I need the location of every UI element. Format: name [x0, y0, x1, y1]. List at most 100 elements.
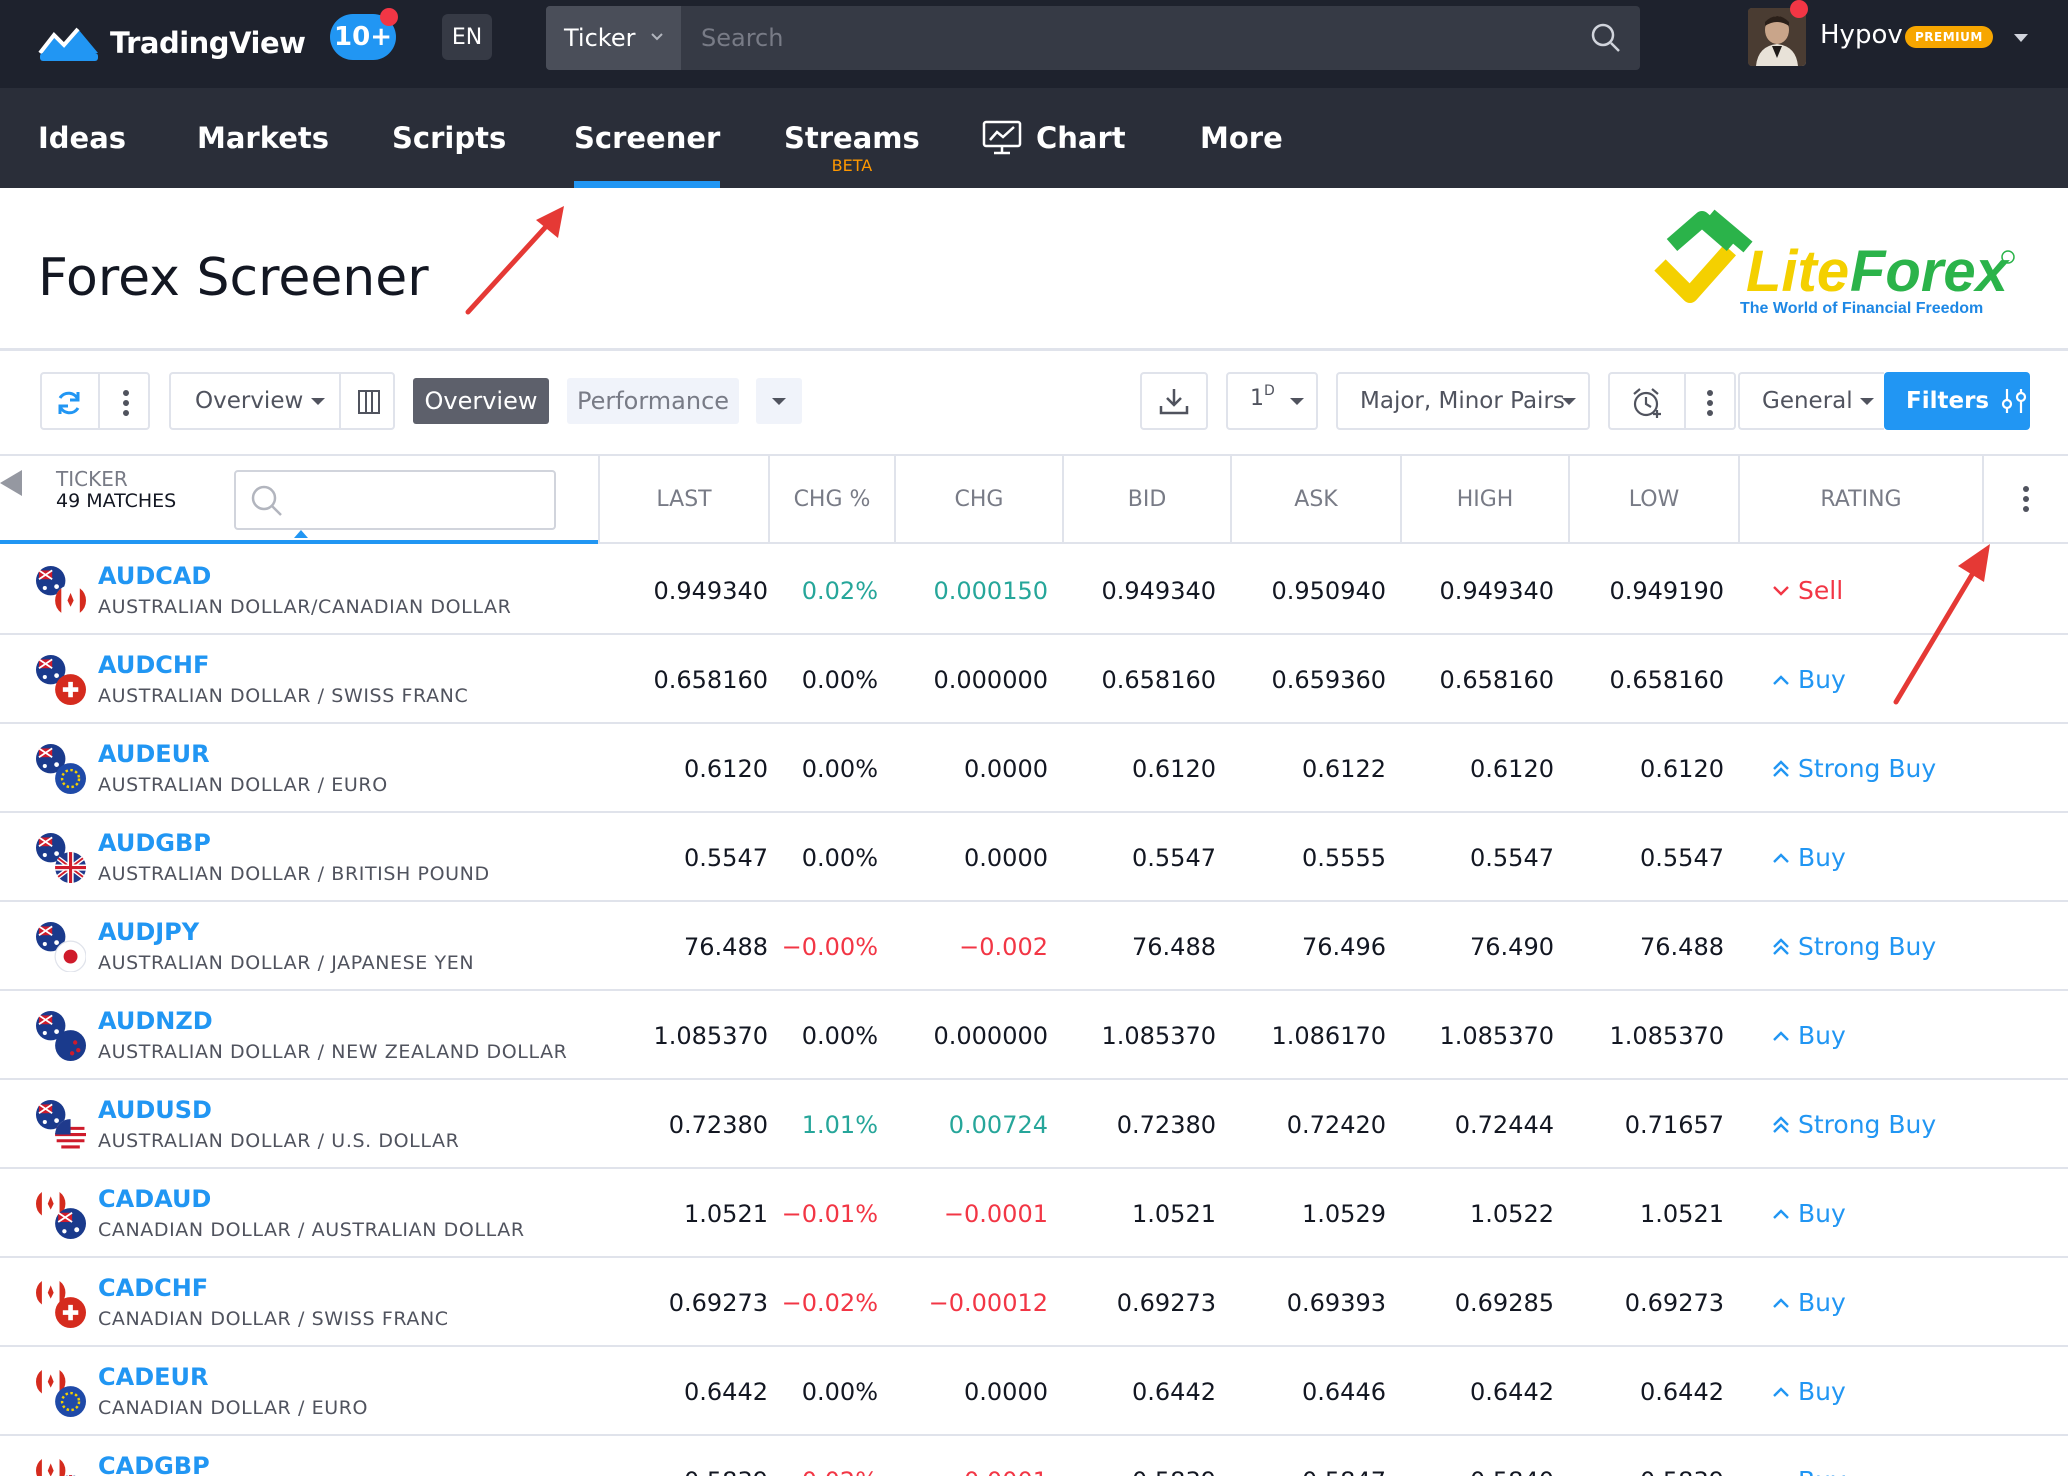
- cell-bid: 1.0521: [1132, 1199, 1216, 1228]
- nav-streams[interactable]: Streams BETA: [784, 88, 920, 188]
- filters-button[interactable]: Filters: [1884, 372, 2030, 430]
- column-header-bid[interactable]: BID: [1062, 456, 1230, 542]
- ticker-column-header[interactable]: TICKER 49 MATCHES: [56, 468, 176, 512]
- currency-pair-flags-icon: [36, 566, 86, 616]
- cell-last: 0.72380: [668, 1110, 768, 1139]
- column-header-ask[interactable]: ASK: [1230, 456, 1400, 542]
- ticker-description: AUSTRALIAN DOLLAR / U.S. DOLLAR: [98, 1130, 460, 1152]
- table-row[interactable]: CADCHF CANADIAN DOLLAR / SWISS FRANC 0.692…: [0, 1258, 2068, 1347]
- rating-down-icon: [1773, 585, 1789, 596]
- columns-icon[interactable]: [357, 389, 381, 415]
- nav-more-label: More: [1200, 121, 1283, 155]
- alarm-clock-icon[interactable]: [1630, 386, 1664, 420]
- ticker-symbol[interactable]: CADAUD: [98, 1185, 211, 1213]
- cell-bid: 0.69273: [1116, 1288, 1216, 1317]
- table-row[interactable]: AUDGBP AUSTRALIAN DOLLAR / BRITISH POUND 0…: [0, 813, 2068, 902]
- filter-set-select[interactable]: General: [1738, 372, 1884, 430]
- column-header-last[interactable]: LAST: [598, 456, 768, 542]
- rating-cell[interactable]: Strong Buy: [1772, 724, 1936, 813]
- chevron-down-icon: [1290, 398, 1304, 405]
- username[interactable]: Hypov: [1820, 20, 1903, 50]
- ticker-header-label: TICKER: [56, 467, 128, 491]
- table-row[interactable]: AUDNZD AUSTRALIAN DOLLAR / NEW ZEALAND DO…: [0, 991, 2068, 1080]
- nav-ideas[interactable]: Ideas: [38, 88, 126, 188]
- cell-chg-pct: 0.00%: [801, 1377, 878, 1406]
- more-vertical-icon[interactable]: [1706, 388, 1714, 418]
- column-header-low[interactable]: LOW: [1568, 456, 1738, 542]
- table-row[interactable]: AUDJPY AUSTRALIAN DOLLAR / JAPANESE YEN 76…: [0, 902, 2068, 991]
- table-row[interactable]: AUDCAD AUSTRALIAN DOLLAR/CANADIAN DOLLAR 0…: [0, 546, 2068, 635]
- cell-chg: −0.00012: [928, 1288, 1048, 1317]
- rating-double-up-icon: [1773, 937, 1789, 955]
- ticker-search-input[interactable]: [234, 470, 556, 538]
- column-set-select[interactable]: Overview: [169, 372, 395, 430]
- download-button[interactable]: [1140, 372, 1208, 430]
- ticker-symbol[interactable]: CADEUR: [98, 1363, 208, 1391]
- nav-screener[interactable]: Screener: [574, 88, 721, 188]
- ticker-symbol[interactable]: AUDCHF: [98, 651, 209, 679]
- rating-cell[interactable]: Buy: [1772, 991, 1846, 1080]
- tab-performance[interactable]: Performance: [567, 378, 739, 424]
- search-input[interactable]: [681, 6, 1581, 70]
- svg-text:Forex: Forex: [1850, 239, 2011, 304]
- ticker-symbol[interactable]: AUDNZD: [98, 1007, 213, 1035]
- nav-chart[interactable]: Chart: [982, 88, 1126, 188]
- more-vertical-icon[interactable]: [122, 388, 130, 418]
- ticker-symbol[interactable]: CADCHF: [98, 1274, 208, 1302]
- cell-ask: 0.6446: [1302, 1377, 1386, 1406]
- table-row[interactable]: AUDUSD AUSTRALIAN DOLLAR / U.S. DOLLAR 0.7…: [0, 1080, 2068, 1169]
- ticker-symbol[interactable]: AUDUSD: [98, 1096, 212, 1124]
- interval-unit: D: [1264, 383, 1275, 399]
- column-header-rating[interactable]: RATING: [1738, 456, 1982, 542]
- ticker-symbol[interactable]: CADGBP: [98, 1452, 210, 1476]
- column-header-chg-pct[interactable]: CHG %: [768, 456, 894, 542]
- brand-name: TradingView: [110, 26, 306, 60]
- rating-cell[interactable]: Buy: [1772, 1436, 1846, 1476]
- annotation-arrow-icon: [1893, 544, 1990, 705]
- brand-logo[interactable]: TradingView: [38, 18, 306, 68]
- table-row[interactable]: AUDCHF AUSTRALIAN DOLLAR / SWISS FRANC 0.6…: [0, 635, 2068, 724]
- search-type-select[interactable]: Ticker: [546, 6, 681, 70]
- search-icon[interactable]: [1590, 22, 1622, 54]
- cell-low: 0.71657: [1624, 1110, 1724, 1139]
- nav-markets-label: Markets: [197, 121, 330, 155]
- ticker-symbol[interactable]: AUDCAD: [98, 562, 211, 590]
- pair-filter-select[interactable]: Major, Minor Pairs: [1336, 372, 1590, 430]
- pin-column-icon[interactable]: [0, 470, 22, 496]
- refresh-icon[interactable]: [54, 388, 84, 418]
- currency-pair-flags-icon: [36, 1011, 86, 1061]
- interval-select[interactable]: 1 D: [1226, 372, 1318, 430]
- user-menu-caret-icon[interactable]: [2012, 32, 2030, 44]
- currency-pair-flags-icon: [36, 744, 86, 794]
- rating-cell[interactable]: Buy: [1772, 635, 1846, 724]
- language-button[interactable]: EN: [442, 14, 492, 60]
- rating-cell[interactable]: Strong Buy: [1772, 1080, 1936, 1169]
- cell-chg-pct: 1.01%: [801, 1110, 878, 1139]
- ticker-description: CANADIAN DOLLAR / EURO: [98, 1397, 369, 1419]
- tabs-more-dropdown[interactable]: [756, 378, 802, 424]
- column-header-chg[interactable]: CHG: [894, 456, 1062, 542]
- rating-cell[interactable]: Buy: [1772, 1169, 1846, 1258]
- rating-cell[interactable]: Buy: [1772, 813, 1846, 902]
- nav-markets[interactable]: Markets: [197, 88, 329, 188]
- matches-count: 49 MATCHES: [56, 490, 177, 512]
- table-row[interactable]: AUDEUR AUSTRALIAN DOLLAR / EURO 0.6120 0.00…: [0, 724, 2068, 813]
- ticker-symbol[interactable]: AUDEUR: [98, 740, 210, 768]
- tab-overview[interactable]: Overview: [413, 378, 549, 424]
- rating-cell[interactable]: Buy: [1772, 1347, 1846, 1436]
- nav-scripts[interactable]: Scripts: [392, 88, 506, 188]
- main-nav: Ideas Markets Scripts Screener Streams B…: [0, 88, 2068, 188]
- ticker-symbol[interactable]: AUDJPY: [98, 918, 199, 946]
- rating-cell[interactable]: Strong Buy: [1772, 902, 1936, 991]
- table-row[interactable]: CADAUD CANADIAN DOLLAR / AUSTRALIAN DOLLA…: [0, 1169, 2068, 1258]
- nav-more[interactable]: More: [1200, 88, 1283, 188]
- interval-value: 1: [1250, 386, 1264, 411]
- table-row[interactable]: CADGBP0.5839−0.02%−0.00010.58390.58470.5…: [0, 1436, 2068, 1476]
- column-settings-button[interactable]: [1982, 456, 2068, 542]
- table-row[interactable]: CADEUR CANADIAN DOLLAR / EURO 0.6442 0.00% 0…: [0, 1347, 2068, 1436]
- rating-cell[interactable]: Buy: [1772, 1258, 1846, 1347]
- column-header-high[interactable]: HIGH: [1400, 456, 1568, 542]
- ticker-symbol[interactable]: AUDGBP: [98, 829, 211, 857]
- notifications-badge[interactable]: 10+: [330, 8, 398, 60]
- rating-cell[interactable]: Sell: [1772, 546, 1843, 635]
